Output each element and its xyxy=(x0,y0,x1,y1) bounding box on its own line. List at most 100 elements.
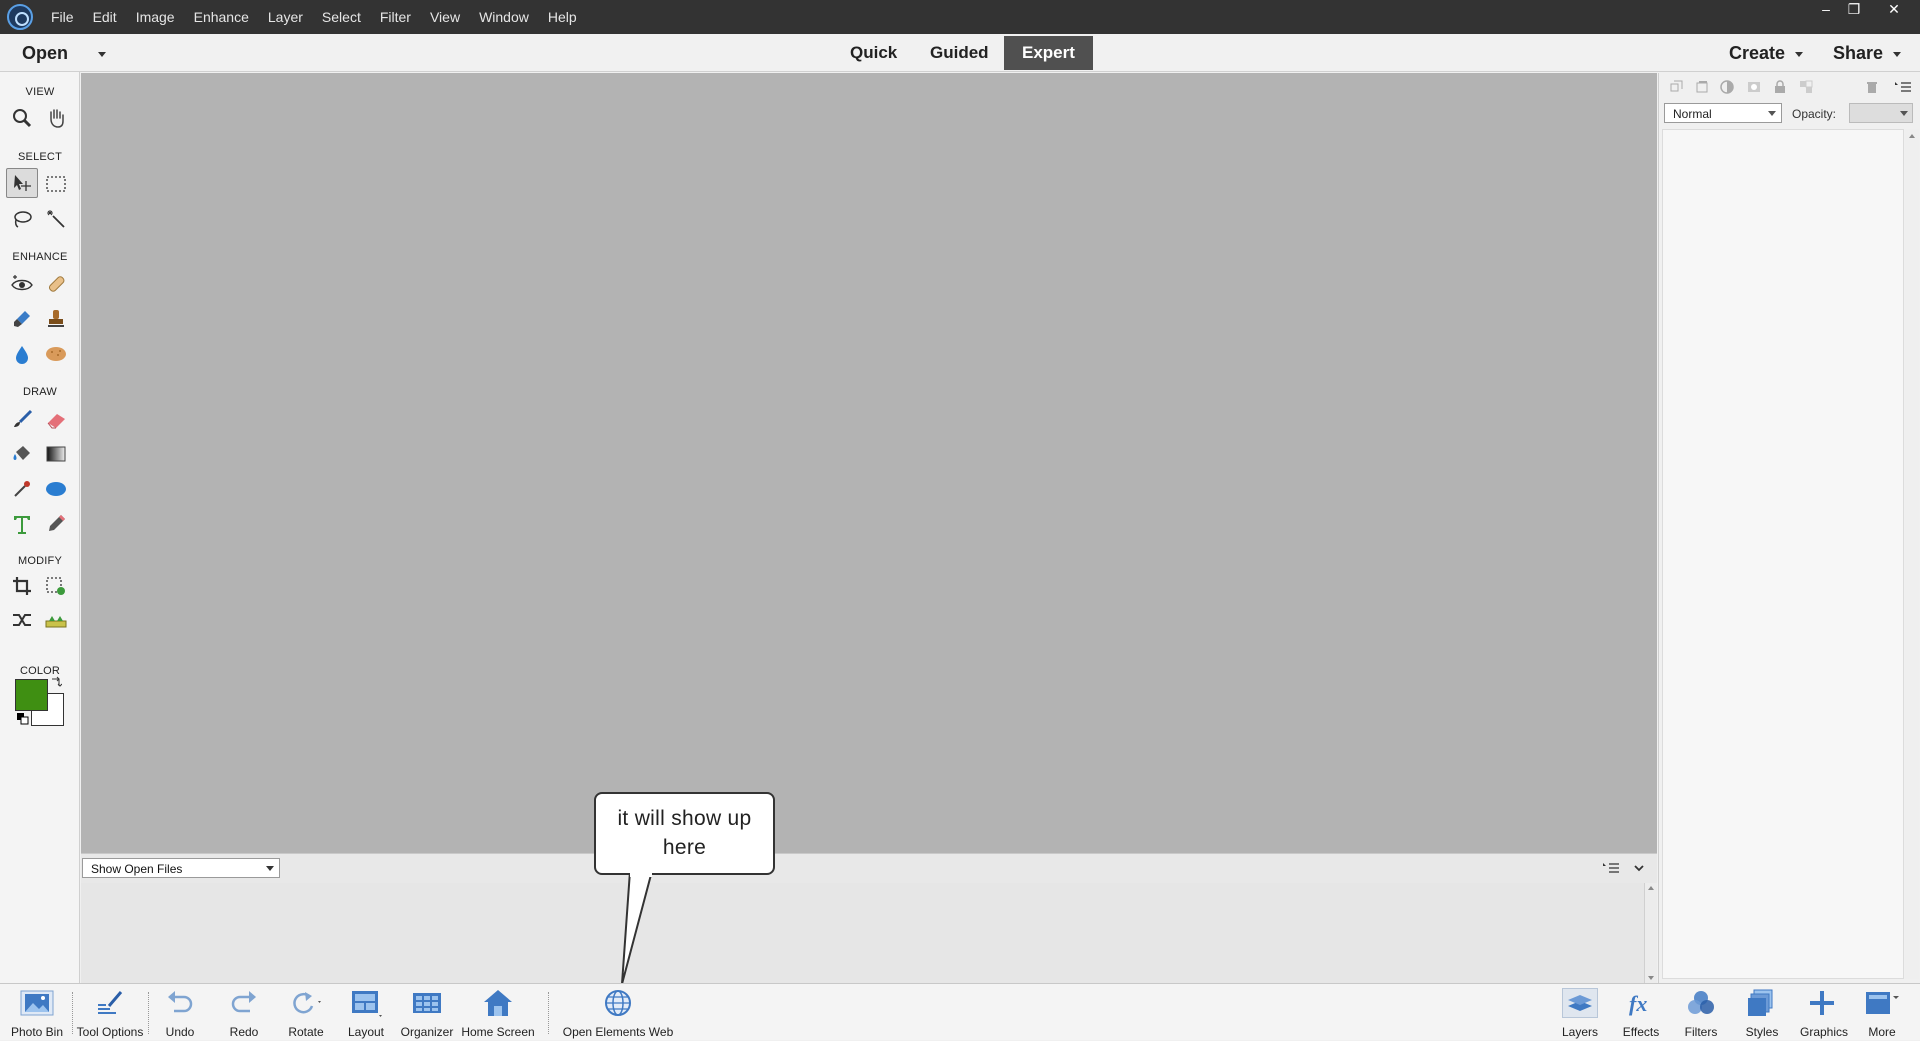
zoom-tool-icon[interactable] xyxy=(8,104,36,132)
organizer-button[interactable]: Organizer xyxy=(398,984,456,1041)
new-layer-icon[interactable] xyxy=(1668,79,1684,95)
home-screen-button[interactable]: Home Screen xyxy=(458,984,538,1041)
layout-label: Layout xyxy=(347,1025,385,1039)
default-colors-icon[interactable] xyxy=(17,713,29,725)
svg-text:fx: fx xyxy=(1629,991,1647,1016)
menu-enhance[interactable]: Enhance xyxy=(194,9,249,25)
menu-select[interactable]: Select xyxy=(322,9,361,25)
menu-view[interactable]: View xyxy=(430,9,460,25)
healing-brush-tool-icon[interactable] xyxy=(42,270,70,298)
move-tool-icon[interactable] xyxy=(6,168,38,198)
layers-button[interactable]: Layers xyxy=(1558,984,1602,1041)
opacity-label: Opacity: xyxy=(1792,107,1837,121)
open-dropdown-icon[interactable] xyxy=(98,51,107,57)
menu-image[interactable]: Image xyxy=(136,9,175,25)
paint-bucket-tool-icon[interactable] xyxy=(8,440,36,468)
clone-stamp-tool-icon[interactable] xyxy=(42,305,70,333)
layer-mask-icon[interactable] xyxy=(1746,79,1762,95)
effects-label: Effects xyxy=(1622,1025,1660,1039)
eyedropper-tool-icon[interactable] xyxy=(8,475,36,503)
home-screen-label: Home Screen xyxy=(461,1025,535,1039)
styles-button[interactable]: Styles xyxy=(1740,984,1784,1041)
tab-guided[interactable]: Guided xyxy=(912,36,1007,70)
smart-brush-tool-icon[interactable] xyxy=(8,305,36,333)
menu-help[interactable]: Help xyxy=(548,9,577,25)
photo-bin-button[interactable]: Photo Bin xyxy=(2,984,72,1041)
menu-edit[interactable]: Edit xyxy=(93,9,117,25)
chevron-down-icon xyxy=(266,866,274,871)
minimize-button[interactable]: ‒ xyxy=(1812,0,1840,18)
rotate-button[interactable]: Rotate xyxy=(282,984,330,1041)
lasso-tool-icon[interactable] xyxy=(8,205,36,233)
shape-tool-icon[interactable] xyxy=(42,475,70,503)
open-elements-web-label: Open Elements Web xyxy=(562,1025,674,1039)
open-button[interactable]: Open xyxy=(22,43,107,64)
more-button[interactable]: More xyxy=(1862,984,1902,1041)
magic-wand-tool-icon[interactable] xyxy=(42,205,70,233)
chevron-down-icon xyxy=(1893,51,1902,57)
redo-button[interactable]: Redo xyxy=(224,984,264,1041)
menu-file[interactable]: File xyxy=(51,9,74,25)
bin-options-menu-icon[interactable] xyxy=(1603,862,1619,874)
share-button[interactable]: Share xyxy=(1833,43,1902,64)
group-label-view: VIEW xyxy=(25,86,55,98)
foreground-color-swatch[interactable] xyxy=(15,679,48,711)
recompose-tool-icon[interactable] xyxy=(42,572,70,600)
show-open-files-select[interactable]: Show Open Files xyxy=(82,858,280,878)
lock-all-icon[interactable] xyxy=(1772,79,1788,95)
adjustment-layer-icon[interactable] xyxy=(1719,79,1735,95)
marquee-tool-icon[interactable] xyxy=(42,170,70,198)
create-label: Create xyxy=(1729,43,1786,63)
content-aware-move-tool-icon[interactable] xyxy=(8,606,36,634)
panel-menu-icon[interactable] xyxy=(1895,79,1911,95)
group-label-select: SELECT xyxy=(18,151,62,163)
canvas-area[interactable] xyxy=(81,73,1657,853)
straighten-tool-icon[interactable] xyxy=(42,606,70,634)
delete-layer-icon[interactable] xyxy=(1864,79,1880,95)
blur-tool-icon[interactable] xyxy=(8,340,36,368)
menu-window[interactable]: Window xyxy=(479,9,529,25)
undo-button[interactable]: Undo xyxy=(160,984,200,1041)
menu-layer[interactable]: Layer xyxy=(268,9,303,25)
menu-filter[interactable]: Filter xyxy=(380,9,411,25)
layers-scrollbar[interactable] xyxy=(1905,129,1919,979)
effects-button[interactable]: fx Effects xyxy=(1619,984,1663,1041)
layers-icon xyxy=(1562,988,1598,1018)
eraser-tool-icon[interactable] xyxy=(42,405,70,433)
new-group-icon[interactable] xyxy=(1694,79,1710,95)
open-elements-web-button[interactable]: Open Elements Web xyxy=(556,984,680,1041)
share-label: Share xyxy=(1833,43,1884,63)
more-icon xyxy=(1864,988,1900,1018)
collapse-bin-icon[interactable] xyxy=(1633,862,1645,874)
brush-tool-icon[interactable] xyxy=(8,405,36,433)
crop-tool-icon[interactable] xyxy=(8,572,36,600)
layers-list[interactable] xyxy=(1662,129,1904,979)
red-eye-tool-icon[interactable] xyxy=(8,270,36,298)
blend-mode-select[interactable]: Normal xyxy=(1664,103,1782,123)
photo-bin-scrollbar[interactable] xyxy=(1644,883,1657,983)
filters-icon xyxy=(1683,988,1719,1018)
redo-icon xyxy=(226,988,262,1018)
lock-transparency-icon[interactable] xyxy=(1798,79,1814,95)
task-bar: Photo Bin Tool Options Undo Redo Rotate … xyxy=(0,983,1920,1040)
hand-tool-icon[interactable] xyxy=(42,104,70,132)
type-tool-icon[interactable] xyxy=(8,510,36,538)
group-label-draw: DRAW xyxy=(23,386,57,398)
photo-bin-area[interactable] xyxy=(81,883,1657,983)
swap-colors-icon[interactable] xyxy=(50,676,63,688)
create-button[interactable]: Create xyxy=(1729,43,1804,64)
layout-button[interactable]: Layout xyxy=(344,984,388,1041)
opacity-input[interactable] xyxy=(1849,103,1913,123)
pencil-tool-icon[interactable] xyxy=(42,510,70,538)
sponge-tool-icon[interactable] xyxy=(42,340,70,368)
callout-joint xyxy=(630,872,652,877)
tab-expert[interactable]: Expert xyxy=(1004,36,1093,70)
graphics-button[interactable]: Graphics xyxy=(1800,984,1848,1041)
close-button[interactable]: ✕ xyxy=(1880,0,1908,18)
mode-bar: Open Quick Guided Expert Create Share xyxy=(0,34,1920,72)
filters-button[interactable]: Filters xyxy=(1679,984,1723,1041)
gradient-tool-icon[interactable] xyxy=(42,440,70,468)
tab-quick[interactable]: Quick xyxy=(832,36,915,70)
tool-options-button[interactable]: Tool Options xyxy=(72,984,148,1041)
restore-button[interactable]: ❐ xyxy=(1840,0,1868,18)
